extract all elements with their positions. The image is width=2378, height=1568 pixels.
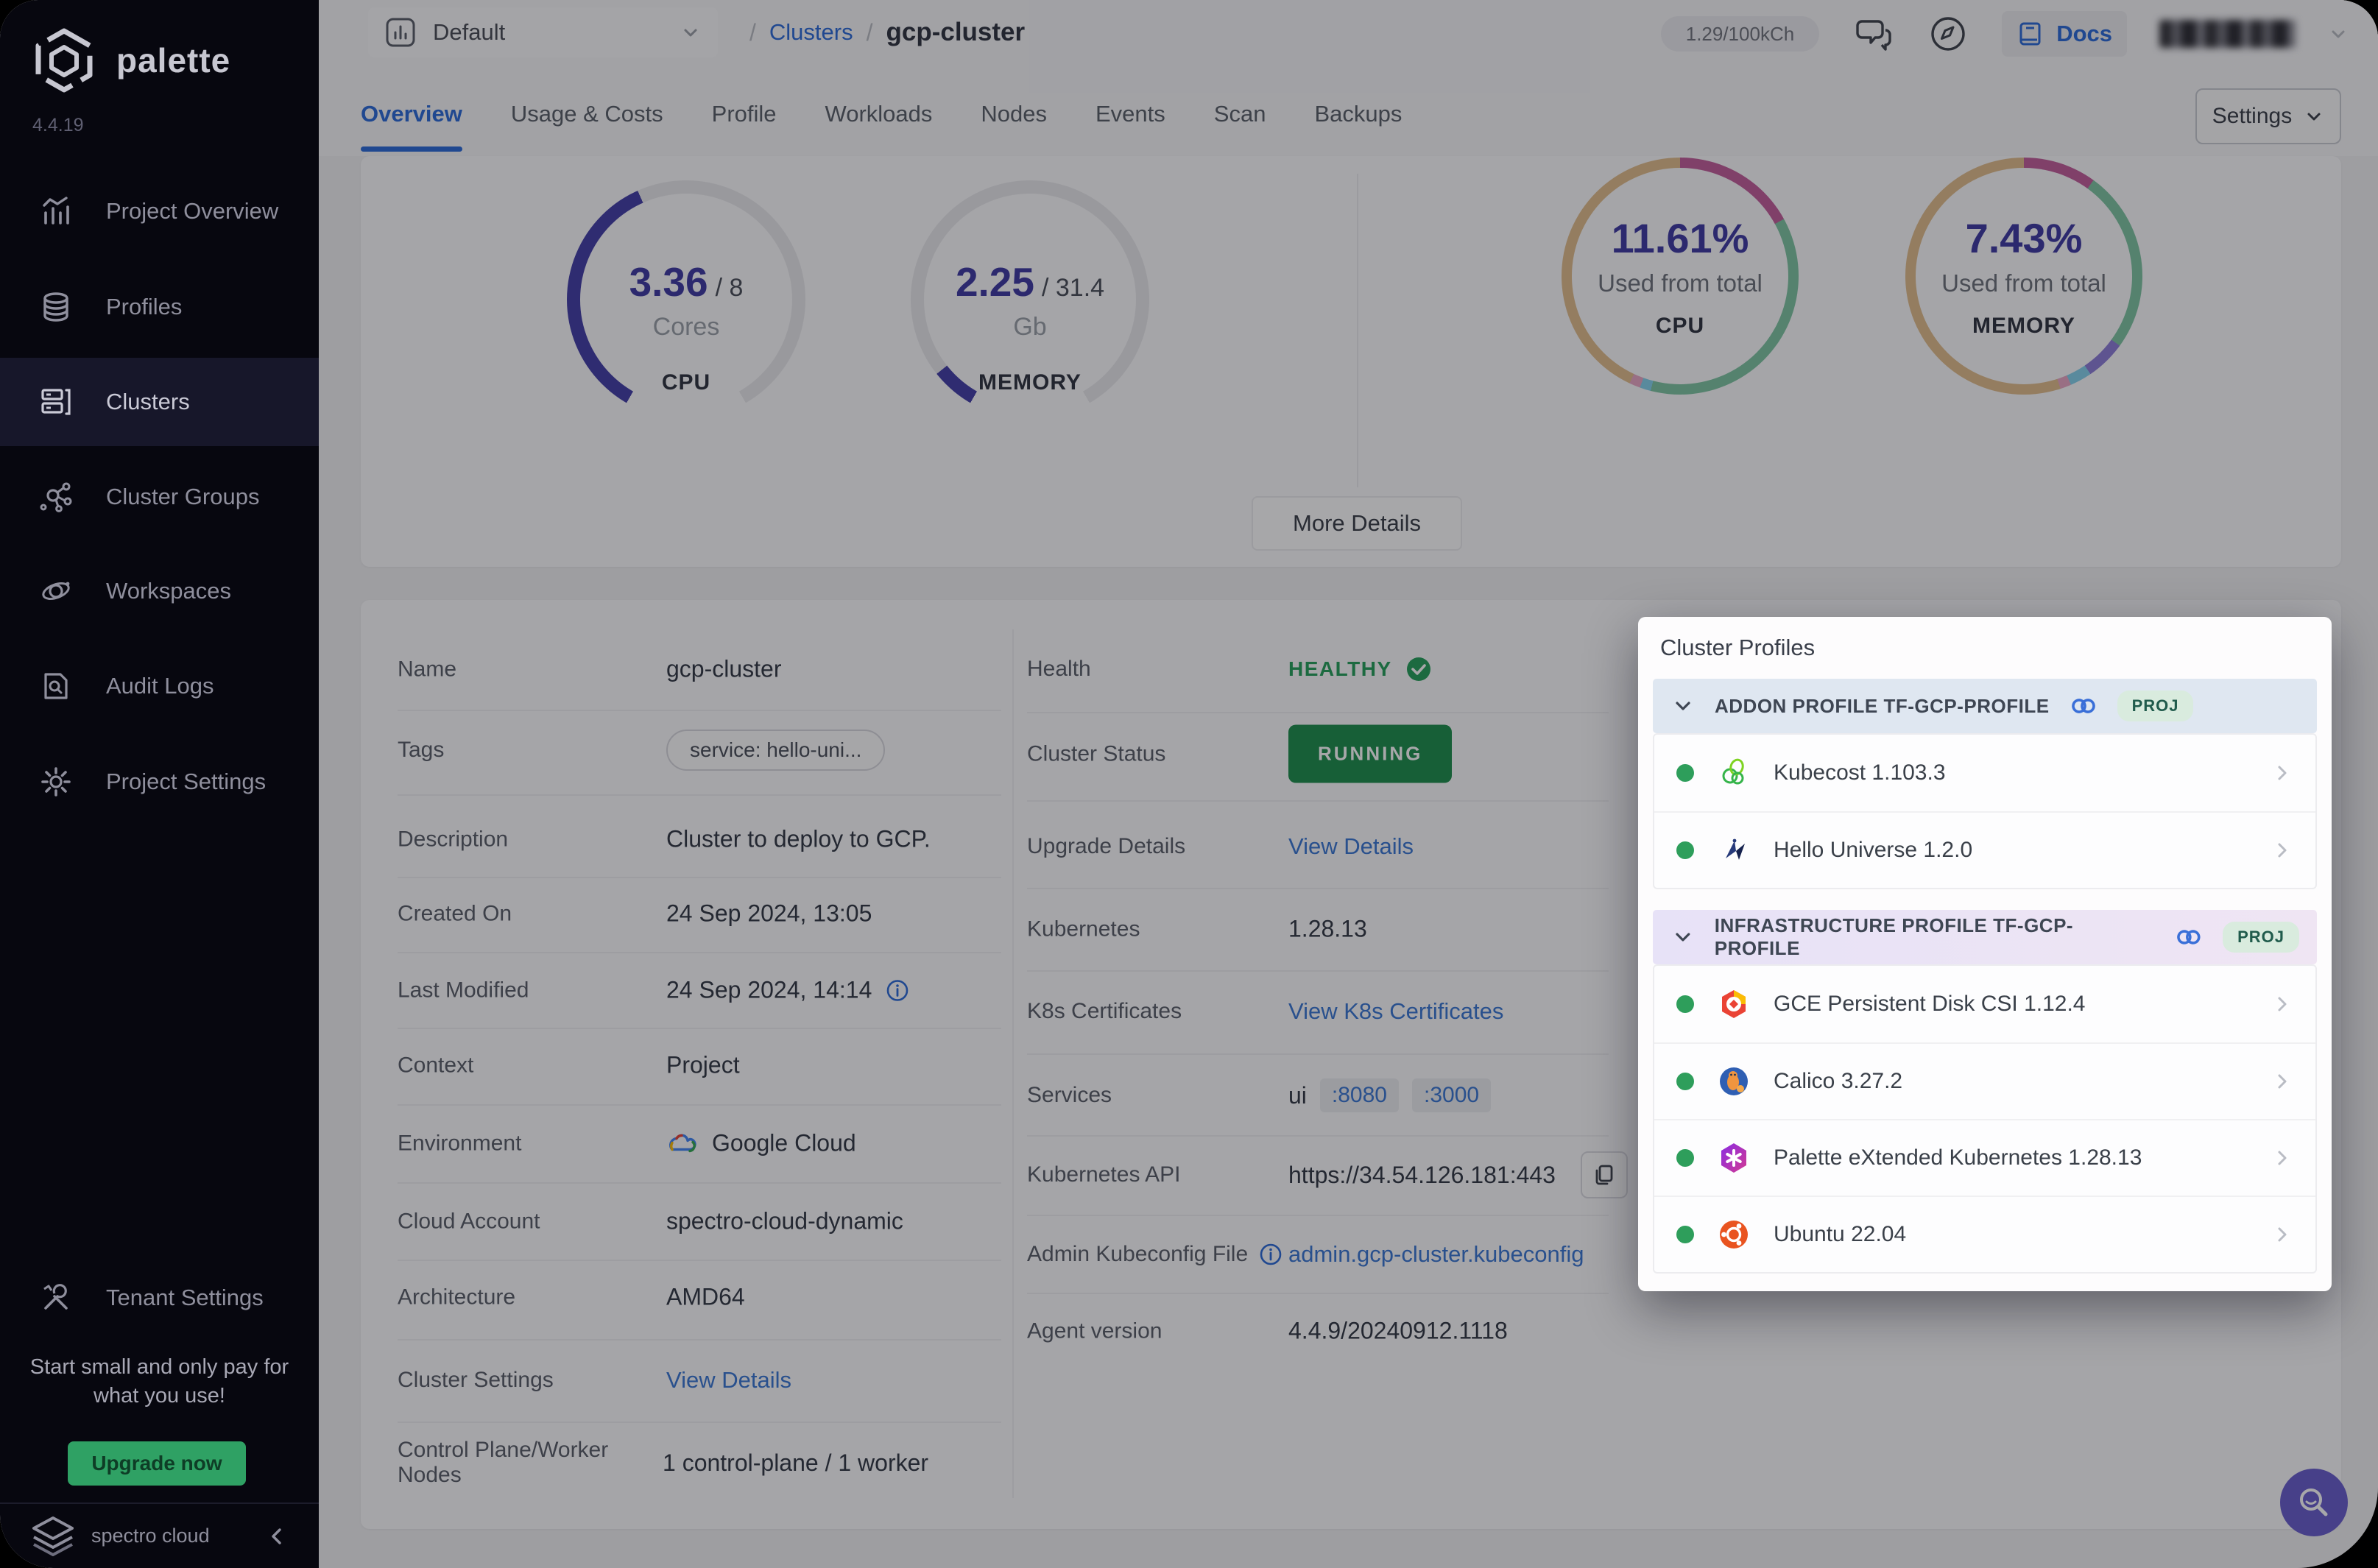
upgrade-now-button[interactable]: Upgrade now xyxy=(68,1441,246,1486)
addon-profile-name: TF-GCP-PROFILE xyxy=(1883,694,2050,717)
sidebar-item-label: Profiles xyxy=(106,294,183,319)
cluster-groups-icon xyxy=(40,482,72,512)
link-icon[interactable] xyxy=(2174,925,2204,950)
workspaces-icon xyxy=(42,582,70,600)
cluster-profiles-panel: Cluster Profiles ADDON PROFILE TF-GCP-PR… xyxy=(1638,617,2332,1291)
chevron-down-icon xyxy=(1676,702,1690,710)
sidebar-item-label: Audit Logs xyxy=(106,673,214,699)
chevron-right-icon xyxy=(2278,1227,2287,1242)
brand-name: palette xyxy=(116,41,231,80)
app-window: Default / Clusters / gcp-cluster 1.29/10… xyxy=(0,0,2378,1568)
sidebar-item-label: Cluster Groups xyxy=(106,484,260,509)
infrastructure-profile-header[interactable]: INFRASTRUCTURE PROFILE TF-GCP-PROFILE PR… xyxy=(1653,910,2317,964)
hello-universe-icon xyxy=(1716,833,1751,868)
profiles-icon xyxy=(43,292,68,322)
scope-badge: PROJ xyxy=(2117,691,2194,721)
addon-profile-items: Kubecost 1.103.3 Hello Universe 1.2.0 xyxy=(1653,733,2317,889)
gce-persistent-disk-icon xyxy=(1716,986,1751,1022)
addon-profile-kind: ADDON PROFILE xyxy=(1715,694,1878,717)
profile-item-gce-csi[interactable]: GCE Persistent Disk CSI 1.12.4 xyxy=(1654,966,2315,1042)
status-dot xyxy=(1676,764,1694,782)
app-version: 4.4.19 xyxy=(32,115,84,135)
profile-item-name: Kubecost 1.103.3 xyxy=(1774,760,1946,785)
spectro-cloud-logo-icon xyxy=(32,1516,74,1556)
palette-logo-icon xyxy=(35,28,93,93)
sidebar-item-clusters[interactable]: Clusters xyxy=(0,358,319,446)
chevron-right-icon xyxy=(2278,1151,2287,1165)
status-dot xyxy=(1676,1073,1694,1090)
spectro-cloud-label: spectro cloud xyxy=(91,1525,210,1547)
link-icon[interactable] xyxy=(2069,693,2098,718)
cluster-profiles-title: Cluster Profiles xyxy=(1660,635,1816,660)
sidebar-item-label: Workspaces xyxy=(106,578,231,604)
chevron-down-icon xyxy=(1676,933,1690,942)
sidebar-item-audit-logs[interactable]: Audit Logs xyxy=(0,642,319,730)
sidebar-item-profiles[interactable]: Profiles xyxy=(0,263,319,351)
sidebar-item-label: Project Overview xyxy=(106,198,279,224)
profile-item-name: GCE Persistent Disk CSI 1.12.4 xyxy=(1774,992,2086,1016)
sidebar-item-project-settings[interactable]: Project Settings xyxy=(0,738,319,826)
chevron-right-icon xyxy=(2278,843,2287,858)
profile-item-calico[interactable]: Calico 3.27.2 xyxy=(1654,1042,2315,1119)
gear-icon xyxy=(41,767,71,797)
palette-extended-kubernetes-icon xyxy=(1716,1140,1751,1176)
profile-item-name: Palette eXtended Kubernetes 1.28.13 xyxy=(1774,1145,2142,1170)
sidebar-item-workspaces[interactable]: Workspaces xyxy=(0,547,319,635)
profile-item-name: Calico 3.27.2 xyxy=(1774,1069,1903,1093)
sidebar-item-label: Tenant Settings xyxy=(106,1285,264,1310)
sidebar-footer: spectro cloud xyxy=(0,1502,319,1568)
chevron-right-icon xyxy=(2278,997,2287,1011)
addon-profile-header[interactable]: ADDON PROFILE TF-GCP-PROFILE PROJ xyxy=(1653,679,2317,733)
ubuntu-icon xyxy=(1716,1217,1751,1252)
chevron-right-icon xyxy=(2278,766,2287,780)
kubecost-icon xyxy=(1716,755,1751,791)
sidebar: palette 4.4.19 Project Overview Profiles… xyxy=(0,0,319,1568)
clusters-icon xyxy=(41,389,71,415)
audit-logs-icon xyxy=(44,673,68,699)
profile-item-name: Ubuntu 22.04 xyxy=(1774,1222,1907,1246)
status-dot xyxy=(1676,841,1694,859)
status-dot xyxy=(1676,1149,1694,1167)
collapse-sidebar-icon[interactable] xyxy=(264,1524,289,1549)
status-dot xyxy=(1676,1226,1694,1243)
sidebar-item-tenant-settings[interactable]: Tenant Settings xyxy=(0,1254,319,1342)
sidebar-item-label: Clusters xyxy=(106,389,190,414)
sidebar-item-cluster-groups[interactable]: Cluster Groups xyxy=(0,453,319,541)
calico-icon xyxy=(1716,1064,1751,1099)
project-overview-icon xyxy=(43,197,69,225)
profile-item-ubuntu[interactable]: Ubuntu 22.04 xyxy=(1654,1196,2315,1272)
profile-item-name: Hello Universe 1.2.0 xyxy=(1774,838,1973,862)
profile-item-kubecost[interactable]: Kubecost 1.103.3 xyxy=(1654,735,2315,811)
status-dot xyxy=(1676,995,1694,1013)
profile-item-palette-extended-k8s[interactable]: Palette eXtended Kubernetes 1.28.13 xyxy=(1654,1119,2315,1196)
scope-badge: PROJ xyxy=(2223,922,2300,953)
infrastructure-profile-kind: INFRASTRUCTURE PROFILE xyxy=(1714,914,1988,936)
infrastructure-profile-items: GCE Persistent Disk CSI 1.12.4 Calico 3.… xyxy=(1653,964,2317,1274)
profile-item-hello-universe[interactable]: Hello Universe 1.2.0 xyxy=(1654,811,2315,888)
upgrade-promo-text: Start small and only pay for what you us… xyxy=(29,1355,289,1408)
tenant-settings-icon xyxy=(43,1284,68,1310)
chevron-right-icon xyxy=(2278,1074,2287,1089)
sidebar-item-label: Project Settings xyxy=(106,769,267,794)
brand: palette xyxy=(32,27,230,94)
sidebar-item-project-overview[interactable]: Project Overview xyxy=(0,167,319,255)
